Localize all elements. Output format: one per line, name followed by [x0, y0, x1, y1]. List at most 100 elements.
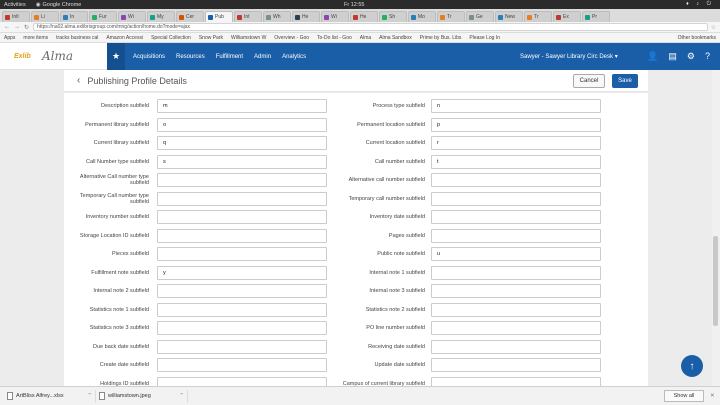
- browser-tab[interactable]: Li: [31, 11, 59, 22]
- subfield-input[interactable]: [157, 358, 327, 372]
- favorites-star-icon[interactable]: ★: [107, 43, 125, 70]
- bookmark-item[interactable]: Williamstown W: [231, 35, 266, 41]
- menu-admin[interactable]: Admin: [254, 54, 271, 60]
- scroll-to-top-button[interactable]: ↑: [681, 355, 703, 377]
- browser-tab[interactable]: Int: [234, 11, 262, 22]
- browser-tab[interactable]: Tr: [437, 11, 465, 22]
- browser-tab[interactable]: In: [60, 11, 88, 22]
- subfield-input[interactable]: [157, 284, 327, 298]
- subfield-input[interactable]: [431, 228, 601, 243]
- browser-tab[interactable]: Wi: [321, 11, 349, 22]
- bookmark-item[interactable]: Special Collection: [151, 35, 191, 41]
- subfield-input[interactable]: [431, 321, 601, 335]
- subfield-input[interactable]: y: [157, 265, 327, 280]
- current-location-selector[interactable]: Sawyer - Sawyer Library Circ Desk ▾: [520, 53, 618, 60]
- activities-label[interactable]: Activities: [4, 2, 26, 8]
- browser-tab[interactable]: Cer: [176, 11, 204, 22]
- subfield-input[interactable]: [157, 247, 327, 261]
- browser-tab[interactable]: My: [147, 11, 175, 22]
- subfield-input[interactable]: [157, 321, 327, 335]
- bookmark-item[interactable]: Please Log In: [469, 35, 500, 41]
- other-bookmarks[interactable]: Other bookmarks: [678, 35, 716, 41]
- subfield-input[interactable]: n: [431, 99, 601, 113]
- system-tray-icons[interactable]: ♦ ♪ ⏻: [686, 1, 714, 8]
- subfield-input[interactable]: q: [157, 136, 327, 150]
- bookmark-item[interactable]: Amazon Accessi: [106, 35, 143, 41]
- bookmark-item[interactable]: Snow Park: [199, 35, 223, 41]
- bookmark-item[interactable]: To-Do list - Goo: [317, 35, 352, 41]
- menu-acquisitions[interactable]: Acquisitions: [133, 54, 165, 60]
- tasks-icon[interactable]: ▤: [668, 51, 677, 62]
- browser-tab[interactable]: Wi: [118, 11, 146, 22]
- subfield-input[interactable]: [157, 173, 327, 187]
- subfield-input[interactable]: [431, 302, 601, 317]
- institution-logo[interactable]: Exlib: [14, 53, 36, 60]
- browser-tab[interactable]: He: [292, 11, 320, 22]
- bookmark-item[interactable]: tracks business cal: [56, 35, 98, 41]
- download-item[interactable]: williamstown.jpeg ⌃: [96, 389, 188, 403]
- browser-tab[interactable]: Wh: [263, 11, 291, 22]
- bookmark-item[interactable]: more items: [23, 35, 48, 41]
- chevron-up-icon[interactable]: ⌃: [179, 393, 184, 399]
- menu-resources[interactable]: Resources: [176, 54, 205, 60]
- browser-tab[interactable]: Fur: [89, 11, 117, 22]
- subfield-input[interactable]: o: [157, 117, 327, 132]
- bookmark-item[interactable]: Alma Sandbox: [379, 35, 412, 41]
- subfield-input[interactable]: [431, 358, 601, 372]
- browser-tab[interactable]: Mo: [408, 11, 436, 22]
- url-field[interactable]: https://na02.alma.exlibrisgroup.com/mng/…: [33, 23, 708, 31]
- menu-fulfillment[interactable]: Fulfillment: [216, 54, 243, 60]
- subfield-input[interactable]: [431, 284, 601, 298]
- subfield-input[interactable]: [431, 265, 601, 280]
- bookmark-star-icon[interactable]: ☆: [711, 24, 716, 31]
- browser-tab[interactable]: Pr: [582, 11, 610, 22]
- subfield-input[interactable]: [157, 376, 327, 386]
- save-button[interactable]: Save: [612, 74, 638, 88]
- browser-tab[interactable]: Sh: [379, 11, 407, 22]
- forward-arrow-icon[interactable]: →: [14, 24, 20, 30]
- browser-tab[interactable]: Tr: [524, 11, 552, 22]
- subfield-input[interactable]: s: [157, 154, 327, 169]
- subfield-input[interactable]: [431, 173, 601, 187]
- show-all-downloads-button[interactable]: Show all: [664, 390, 704, 402]
- browser-tab[interactable]: Pub: [205, 11, 233, 22]
- help-icon[interactable]: ?: [705, 51, 710, 62]
- cancel-button[interactable]: Cancel: [573, 74, 605, 88]
- subfield-input[interactable]: [431, 210, 601, 224]
- browser-tab[interactable]: Ex: [553, 11, 581, 22]
- bookmark-item[interactable]: Apps: [4, 35, 15, 41]
- browser-tab[interactable]: Ge: [466, 11, 494, 22]
- bookmark-item[interactable]: Prime by Bus. Libs: [420, 35, 462, 41]
- back-chevron-icon[interactable]: ‹: [77, 75, 80, 86]
- browser-tab[interactable]: Intl: [2, 11, 30, 22]
- subfield-input[interactable]: [157, 228, 327, 243]
- browser-tab[interactable]: New: [495, 11, 523, 22]
- subfield-input[interactable]: [157, 339, 327, 354]
- scrollbar-thumb[interactable]: [713, 236, 718, 326]
- subfield-input[interactable]: t: [431, 154, 601, 169]
- subfield-input[interactable]: [431, 376, 601, 386]
- bookmark-item[interactable]: Overview - Goo: [274, 35, 309, 41]
- reload-icon[interactable]: ↻: [24, 24, 29, 31]
- subfield-input[interactable]: [157, 210, 327, 224]
- subfield-input[interactable]: u: [431, 247, 601, 261]
- subfield-input[interactable]: [431, 191, 601, 206]
- alma-logo[interactable]: Alma: [42, 49, 102, 63]
- browser-tab[interactable]: He: [350, 11, 378, 22]
- back-arrow-icon[interactable]: ←: [4, 24, 10, 30]
- clock[interactable]: Fr 12:55: [344, 2, 364, 8]
- user-icon[interactable]: 👤: [647, 51, 658, 62]
- settings-gear-icon[interactable]: ⚙: [687, 51, 695, 62]
- chevron-up-icon[interactable]: ⌃: [87, 393, 92, 399]
- download-item[interactable]: ArtBliss Alfrey...xlsx ⌃: [4, 389, 96, 403]
- subfield-input[interactable]: [157, 302, 327, 317]
- subfield-input[interactable]: p: [431, 117, 601, 132]
- menu-analytics[interactable]: Analytics: [282, 54, 306, 60]
- page-scrollbar[interactable]: [712, 70, 720, 386]
- subfield-input[interactable]: m: [157, 99, 327, 113]
- app-menu[interactable]: ◉ Google Chrome: [36, 2, 82, 8]
- bookmark-item[interactable]: Alma: [360, 35, 371, 41]
- subfield-input[interactable]: r: [431, 136, 601, 150]
- subfield-input[interactable]: [431, 339, 601, 354]
- close-downloads-icon[interactable]: ✕: [710, 393, 715, 399]
